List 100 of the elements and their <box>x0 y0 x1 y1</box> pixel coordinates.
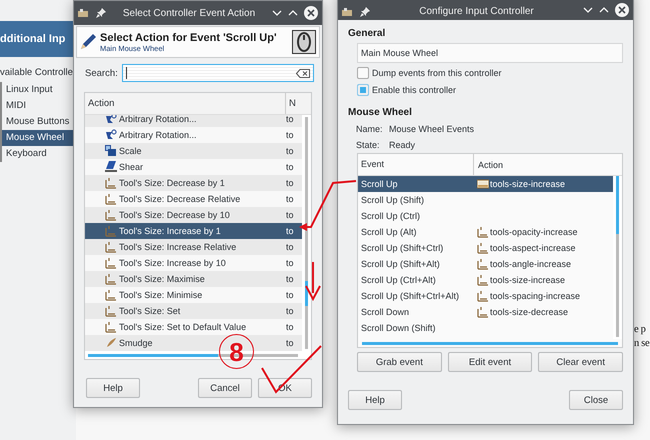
table-cell: to <box>286 178 294 188</box>
table-cell-text: Scroll Up (Shift) <box>360 195 426 205</box>
table-row[interactable]: Scroll Up (Ctrl) <box>358 208 613 224</box>
search-field[interactable] <box>122 64 314 82</box>
table-cell-text: Scroll Up (Ctrl+Alt) <box>360 275 437 285</box>
table-cell: Arbitrary Rotation... <box>119 115 197 124</box>
table-cell: to <box>286 274 294 284</box>
ruler-icon <box>477 306 489 318</box>
rotate-icon <box>105 129 117 141</box>
table-row[interactable]: Arbitrary Rotation... to <box>85 115 302 127</box>
event-button[interactable]: Edit event <box>448 352 532 372</box>
checkbox[interactable] <box>357 67 369 79</box>
table-cell: to <box>286 130 294 140</box>
table-row[interactable]: Tool's Size: Minimise to <box>85 287 302 303</box>
table-cell: Tool's Size: Set to Default Value <box>119 322 246 332</box>
column-header[interactable]: Event <box>358 154 474 175</box>
column-header[interactable]: N <box>286 98 296 109</box>
minimize-icon[interactable] <box>272 9 282 17</box>
scrollbar[interactable] <box>302 115 311 351</box>
ruler-icon <box>477 274 489 286</box>
scrollbar[interactable] <box>613 176 622 339</box>
checkbox-label: Dump events from this controller <box>372 68 502 78</box>
panel-header: dditional Inp <box>0 21 76 57</box>
event-button[interactable]: Clear event <box>538 352 624 372</box>
close-icon[interactable] <box>615 3 629 17</box>
table-cell-text: Scroll Down (Shift) <box>360 323 437 333</box>
table-row[interactable]: Scroll Up tools-size-increase <box>358 176 613 192</box>
table-cell: Arbitrary Rotation... <box>119 130 197 140</box>
table-cell: to <box>286 210 294 220</box>
ruler-icon <box>477 242 489 254</box>
table-row[interactable]: Tool's Size: Set to Default Value to <box>85 319 302 335</box>
table-row[interactable]: Scroll Up (Shift+Ctrl+Alt) tools-spacing-increase <box>358 288 613 304</box>
name-field[interactable]: Main Mouse Wheel <box>357 43 623 63</box>
table-row[interactable]: Tool's Size: Decrease by 1 to <box>85 175 302 191</box>
table-cell-text: Scroll Down <box>360 307 410 317</box>
column-header[interactable]: Action <box>85 93 286 114</box>
table-cell: to <box>286 194 294 204</box>
dialog-button[interactable]: Help <box>86 378 140 398</box>
body-text: e p <box>634 324 647 335</box>
window-title: Select Controller Event Action <box>122 8 256 18</box>
table-row[interactable]: Tool's Size: Increase Relative to <box>85 239 302 255</box>
table-cell: Shear <box>119 162 144 172</box>
pin-icon[interactable] <box>360 7 370 17</box>
dialog-heading: Select Action for Event 'Scroll Up' <box>100 32 278 44</box>
table-row[interactable]: Scroll Up (Alt) tools-opacity-increase <box>358 224 613 240</box>
info-label: State: <box>356 140 381 150</box>
clear-icon[interactable] <box>296 68 310 78</box>
table-row[interactable]: Scroll Down tools-size-decrease <box>358 304 613 320</box>
dialog-button[interactable]: Help <box>348 390 402 410</box>
annotation-arrow <box>305 262 321 302</box>
ruler-icon <box>105 257 117 269</box>
table-cell: Smudge <box>119 338 153 348</box>
table-row[interactable]: Scroll Up (Ctrl+Alt) tools-size-increase <box>358 272 613 288</box>
controller-item[interactable]: Mouse Wheel <box>0 130 76 146</box>
table-row[interactable]: Tool's Size: Set to <box>85 303 302 319</box>
table-row[interactable]: Scroll Up (Shift) <box>358 192 613 208</box>
pencil-icon <box>80 34 96 50</box>
table-cell: Tool's Size: Maximise <box>119 274 205 284</box>
table-row[interactable]: Tool's Size: Increase by 10 to <box>85 255 302 271</box>
table-row[interactable]: Scale to <box>85 143 302 159</box>
shear-icon <box>105 161 117 173</box>
table-row[interactable]: Scroll Down (Shift) <box>358 320 613 336</box>
ruler-icon <box>477 258 489 270</box>
checkbox[interactable] <box>357 84 369 96</box>
table-cell-text: Scroll Up (Ctrl) <box>360 211 422 221</box>
table-cell: Tool's Size: Decrease by 10 <box>119 210 230 220</box>
table-row[interactable]: Arbitrary Rotation... to <box>85 127 302 143</box>
finger-icon <box>105 337 117 349</box>
close-icon[interactable] <box>304 6 318 20</box>
event-button[interactable]: Grab event <box>357 352 442 372</box>
table-row[interactable]: Tool's Size: Decrease Relative to <box>85 191 302 207</box>
table-row[interactable]: Scroll Up (Shift+Alt) tools-angle-increase <box>358 256 613 272</box>
maximize-icon[interactable] <box>599 6 609 14</box>
table-cell-text: Scroll Up (Shift+Alt) <box>360 259 441 269</box>
ruler-icon <box>105 193 117 205</box>
table-row[interactable]: Tool's Size: Increase by 1 to <box>85 223 302 239</box>
table-cell: to <box>286 290 294 300</box>
table-row[interactable]: Scroll Up (Shift+Ctrl) tools-aspect-increase <box>358 240 613 256</box>
table-cell: Tool's Size: Increase by 1 <box>119 226 221 236</box>
table-cell: Scale <box>119 146 142 156</box>
column-header[interactable]: Action <box>474 160 504 170</box>
table-cell: to <box>286 115 294 124</box>
table-row[interactable]: Tool's Size: Maximise to <box>85 271 302 287</box>
maximize-icon[interactable] <box>288 9 298 17</box>
section-label: vailable Controlle <box>0 66 74 80</box>
pin-icon[interactable] <box>96 8 106 18</box>
dialog-button[interactable]: Cancel <box>198 378 252 398</box>
minimize-icon[interactable] <box>583 6 593 14</box>
ruler-icon <box>105 209 117 221</box>
table-row[interactable]: Tool's Size: Decrease by 10 to <box>85 207 302 223</box>
table-cell: to <box>286 306 294 316</box>
table-cell: tools-angle-increase <box>490 259 572 269</box>
dialog-button[interactable]: Close <box>569 390 623 410</box>
ruler-icon <box>477 179 489 189</box>
table-cell: Tool's Size: Increase Relative <box>119 242 236 252</box>
annotation-number: 8 <box>219 334 254 369</box>
table-row[interactable]: Shear to <box>85 159 302 175</box>
window-title: Configure Input Controller <box>418 6 535 17</box>
table-cell: to <box>286 162 294 172</box>
table-cell: to <box>286 226 294 236</box>
